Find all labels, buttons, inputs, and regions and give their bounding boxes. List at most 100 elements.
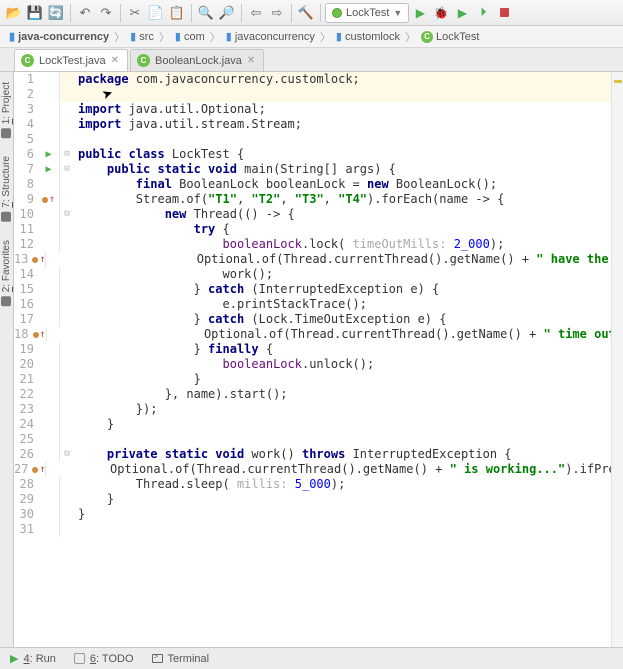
paste-icon[interactable]: 📋	[167, 3, 187, 23]
code-line-17[interactable]: 17 } catch (Lock.TimeOutException e) {	[14, 312, 623, 327]
code-text[interactable]: } catch (Lock.TimeOutException e) {	[74, 312, 623, 327]
gutter-icon[interactable]: ↑	[38, 192, 60, 207]
gutter-icon[interactable]	[38, 267, 60, 282]
line-number[interactable]: 2	[14, 87, 38, 102]
line-number[interactable]: 15	[14, 282, 38, 297]
code-text[interactable]: public static void main(String[] args) {	[74, 162, 623, 177]
gutter-icon[interactable]	[38, 282, 60, 297]
code-line-10[interactable]: 10⊟ new Thread(() -> {	[14, 207, 623, 222]
gutter-icon[interactable]	[38, 447, 60, 462]
impl-gutter-icon[interactable]: ↑	[42, 192, 55, 207]
line-number[interactable]: 16	[14, 297, 38, 312]
line-number[interactable]: 6	[14, 147, 38, 162]
line-number[interactable]: 27	[14, 462, 32, 477]
code-text[interactable]: Thread.sleep( millis: 5_000);	[74, 477, 623, 492]
code-text[interactable]: } catch (InterruptedException e) {	[74, 282, 623, 297]
fold-handle[interactable]	[60, 432, 74, 447]
fold-handle[interactable]	[60, 237, 74, 252]
code-line-20[interactable]: 20 booleanLock.unlock();	[14, 357, 623, 372]
save-all-icon[interactable]: 💾	[25, 3, 45, 23]
code-line-6[interactable]: 6▶⊟public class LockTest {	[14, 147, 623, 162]
gutter-icon[interactable]	[38, 237, 60, 252]
fold-handle[interactable]	[60, 492, 74, 507]
gutter-icon[interactable]	[38, 492, 60, 507]
gutter-icon[interactable]: ▶	[38, 147, 60, 162]
code-text[interactable]	[74, 432, 623, 447]
line-number[interactable]: 17	[14, 312, 38, 327]
line-number[interactable]: 23	[14, 402, 38, 417]
gutter-icon[interactable]	[38, 522, 60, 537]
fold-handle[interactable]	[60, 507, 74, 522]
line-number[interactable]: 12	[14, 237, 38, 252]
code-line-21[interactable]: 21 }	[14, 372, 623, 387]
redo-icon[interactable]: ↷	[96, 3, 116, 23]
fold-handle[interactable]	[60, 267, 74, 282]
line-number[interactable]: 14	[14, 267, 38, 282]
attach-button[interactable]: ⏵	[473, 3, 493, 23]
line-number[interactable]: 8	[14, 177, 38, 192]
line-number[interactable]: 5	[14, 132, 38, 147]
code-text[interactable]	[74, 132, 623, 147]
gutter-icon[interactable]	[38, 402, 60, 417]
fold-handle[interactable]: ⊟	[60, 162, 74, 177]
code-line-5[interactable]: 5	[14, 132, 623, 147]
code-line-22[interactable]: 22 }, name).start();	[14, 387, 623, 402]
line-number[interactable]: 10	[14, 207, 38, 222]
fold-handle[interactable]	[60, 132, 74, 147]
code-text[interactable]: }	[74, 417, 623, 432]
code-line-3[interactable]: 3import java.util.Optional;	[14, 102, 623, 117]
breadcrumb-locktest[interactable]: CLockTest	[418, 31, 482, 43]
impl-gutter-icon[interactable]: ↑	[32, 252, 45, 267]
gutter-icon[interactable]: ▶	[38, 162, 60, 177]
fold-handle[interactable]	[60, 102, 74, 117]
code-line-18[interactable]: 18↑ Optional.of(Thread.currentThread().g…	[14, 327, 623, 342]
gutter-icon[interactable]	[38, 132, 60, 147]
gutter-icon[interactable]	[38, 387, 60, 402]
line-number[interactable]: 29	[14, 492, 38, 507]
fold-handle[interactable]	[60, 192, 74, 207]
line-number[interactable]: 31	[14, 522, 38, 537]
code-line-1[interactable]: 1package com.javaconcurrency.customlock;	[14, 72, 623, 87]
line-number[interactable]: 13	[14, 252, 32, 267]
gutter-icon[interactable]	[38, 297, 60, 312]
breadcrumb-src[interactable]: ▮src	[127, 30, 157, 43]
undo-icon[interactable]: ↶	[75, 3, 95, 23]
editor-tab-booleanlock-java[interactable]: CBooleanLock.java✕	[130, 49, 264, 71]
code-line-28[interactable]: 28 Thread.sleep( millis: 5_000);	[14, 477, 623, 492]
refresh-icon[interactable]: 🔄	[46, 3, 66, 23]
code-text[interactable]: final BooleanLock booleanLock = new Bool…	[74, 177, 623, 192]
code-text[interactable]: e.printStackTrace();	[74, 297, 623, 312]
code-line-30[interactable]: 30}	[14, 507, 623, 522]
code-line-23[interactable]: 23 });	[14, 402, 623, 417]
code-line-11[interactable]: 11 try {	[14, 222, 623, 237]
open-icon[interactable]: 📂	[4, 3, 24, 23]
code-text[interactable]: Optional.of(Thread.currentThread().getNa…	[55, 327, 623, 342]
fold-handle[interactable]	[60, 72, 74, 87]
fold-handle[interactable]	[60, 477, 74, 492]
line-number[interactable]: 24	[14, 417, 38, 432]
run-button[interactable]: ▶	[410, 3, 430, 23]
line-number[interactable]: 20	[14, 357, 38, 372]
gutter-icon[interactable]: ↑	[32, 462, 46, 477]
forward-icon[interactable]: ⇨	[267, 3, 287, 23]
fold-handle[interactable]	[47, 327, 56, 342]
code-line-29[interactable]: 29 }	[14, 492, 623, 507]
fold-handle[interactable]	[60, 222, 74, 237]
gutter-icon[interactable]	[38, 417, 60, 432]
fold-handle[interactable]	[60, 522, 74, 537]
fold-handle[interactable]	[60, 282, 74, 297]
find-icon[interactable]: 🔍	[196, 3, 216, 23]
code-text[interactable]: }, name).start();	[74, 387, 623, 402]
code-text[interactable]: new Thread(() -> {	[74, 207, 623, 222]
code-text[interactable]: package com.javaconcurrency.customlock;	[74, 72, 623, 87]
impl-gutter-icon[interactable]: ↑	[32, 462, 45, 477]
line-number[interactable]: 9	[14, 192, 38, 207]
gutter-icon[interactable]	[38, 72, 60, 87]
run-gutter-icon[interactable]: ▶	[45, 147, 51, 162]
tool-window-structure[interactable]: 7: Structure	[1, 152, 12, 226]
coverage-button[interactable]: ▶	[452, 3, 472, 23]
code-line-25[interactable]: 25	[14, 432, 623, 447]
code-text[interactable]: } finally {	[74, 342, 623, 357]
gutter-icon[interactable]	[38, 357, 60, 372]
build-icon[interactable]: 🔨	[296, 3, 316, 23]
